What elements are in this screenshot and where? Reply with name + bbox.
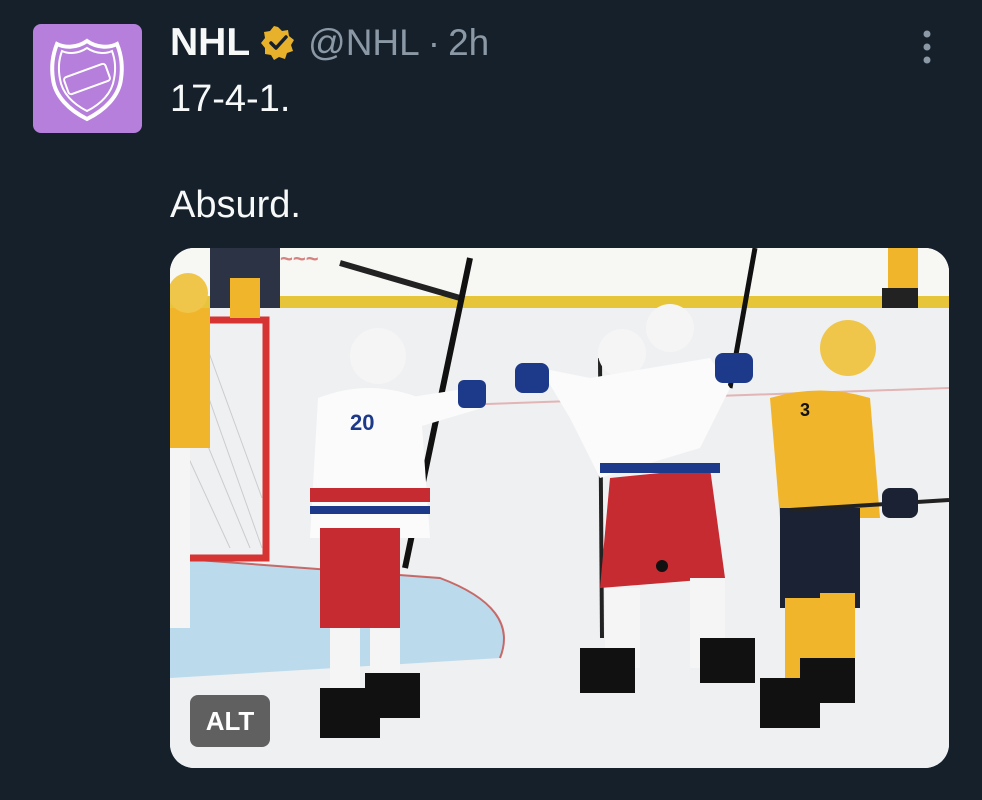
svg-text:3: 3 [800, 400, 810, 420]
svg-text:~~~: ~~~ [280, 248, 319, 271]
author-name[interactable]: NHL [170, 21, 250, 65]
tweet-photo[interactable]: ~~~ 20 3 ALT [170, 248, 949, 768]
nhl-shield-logo [50, 38, 124, 122]
author-handle[interactable]: @NHL [308, 22, 420, 64]
verified-badge-icon [261, 26, 295, 60]
tweet-text-line-1: 17-4-1. [170, 78, 291, 120]
avatar[interactable] [33, 24, 142, 133]
separator-dot: · [427, 22, 441, 63]
svg-text:20: 20 [350, 410, 374, 435]
tweet-text-line-2: Absurd. [170, 184, 301, 226]
timestamp[interactable]: 2h [448, 22, 489, 64]
tweet[interactable]: NHL @NHL · 2h 17-4-1. Absurd. ~~~ 20 3 A… [0, 0, 982, 800]
alt-badge-button[interactable]: ALT [190, 695, 270, 747]
hockey-celebration-photo: ~~~ 20 3 [170, 248, 949, 768]
more-vertical-icon[interactable] [915, 27, 939, 67]
